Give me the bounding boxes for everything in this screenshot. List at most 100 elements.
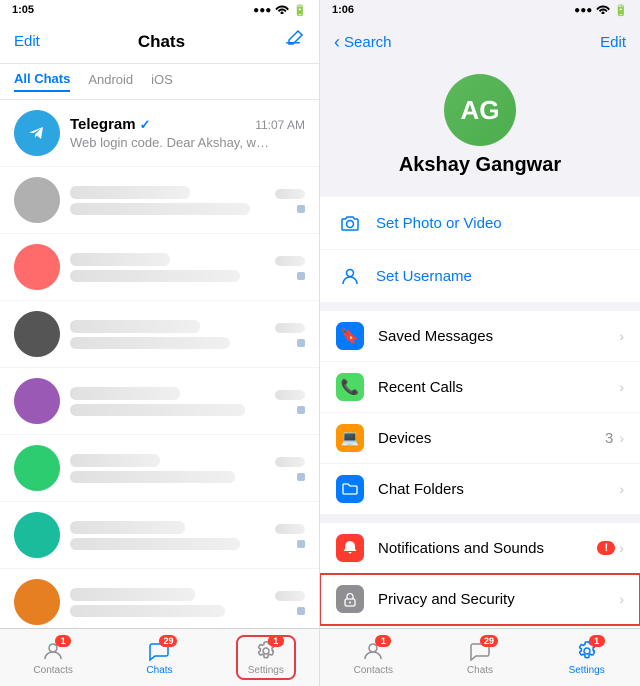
blurred-msg	[70, 538, 240, 550]
chevron-icon: ›	[619, 430, 624, 446]
settings-label: Settings	[569, 665, 605, 676]
bell-icon	[336, 534, 364, 562]
list-item[interactable]	[0, 301, 319, 368]
right-status-icons: ●●● 🔋	[574, 3, 628, 17]
settings-label: Settings	[248, 665, 284, 676]
list-item[interactable]	[0, 368, 319, 435]
contacts-badge: 1	[375, 635, 391, 647]
settings-item-notifications[interactable]: Notifications and Sounds ! ›	[320, 523, 640, 574]
tab-chats[interactable]: 29 Chats	[129, 639, 189, 676]
avatar	[14, 244, 60, 290]
contacts-icon: 1	[41, 639, 65, 663]
notifications-label: Notifications and Sounds	[378, 540, 597, 557]
avatar	[14, 177, 60, 223]
chat-content	[70, 184, 267, 217]
settings-item-privacy[interactable]: Privacy and Security ›	[320, 574, 640, 625]
chat-content	[70, 519, 267, 552]
tick-indicator	[297, 339, 305, 347]
avatar	[14, 445, 60, 491]
user-icon	[336, 262, 364, 290]
list-item[interactable]	[0, 502, 319, 569]
chat-folders-label: Chat Folders	[378, 481, 619, 498]
tab-settings[interactable]: 1 Settings	[236, 635, 296, 680]
notifications-badge: !	[597, 541, 615, 555]
left-time: 1:05	[12, 4, 34, 16]
left-status-icons: ●●● 🔋	[253, 3, 307, 17]
tab-android[interactable]: Android	[88, 72, 133, 91]
chat-name: Telegram ✓	[70, 116, 151, 133]
signal-icon: ●●●	[253, 5, 271, 16]
settings-item-chat-folders[interactable]: Chat Folders ›	[320, 464, 640, 515]
chat-content	[70, 385, 267, 418]
blurred-name	[70, 588, 195, 601]
blurred-name	[70, 320, 200, 333]
contacts-icon: 1	[361, 639, 385, 663]
settings-item-data-storage[interactable]: Data and Storage ›	[320, 625, 640, 628]
avatar: AG	[444, 74, 516, 146]
divider	[320, 303, 640, 311]
compose-button[interactable]	[283, 28, 305, 56]
set-photo-button[interactable]: Set Photo or Video	[320, 197, 640, 250]
devices-value: 3	[605, 430, 613, 447]
bookmark-icon: 🔖	[336, 322, 364, 350]
blurred-msg	[70, 270, 240, 282]
chat-message: Web login code. Dear Akshay, we received…	[70, 135, 270, 150]
right-panel: 1:06 ●●● 🔋 ‹ Search Edit AG Akshay Gangw…	[320, 0, 640, 686]
chat-right	[275, 321, 305, 347]
chats-badge: 29	[480, 635, 498, 647]
set-username-button[interactable]: Set Username	[320, 250, 640, 303]
tick-indicator	[297, 540, 305, 548]
chevron-icon: ›	[619, 591, 624, 607]
chat-content	[70, 318, 267, 351]
tab-ios[interactable]: iOS	[151, 72, 173, 91]
list-item[interactable]: Telegram ✓ 11:07 AM Web login code. Dear…	[0, 100, 319, 167]
page-title: Chats	[138, 32, 185, 52]
blurred-time	[275, 390, 305, 400]
tab-contacts[interactable]: 1 Contacts	[23, 639, 83, 676]
camera-icon	[336, 209, 364, 237]
blurred-time	[275, 323, 305, 333]
list-item[interactable]	[0, 435, 319, 502]
signal-icon: ●●●	[574, 5, 592, 16]
back-button[interactable]: ‹ Search	[334, 32, 392, 53]
right-tab-settings[interactable]: 1 Settings	[557, 639, 617, 676]
settings-item-devices[interactable]: 💻 Devices 3 ›	[320, 413, 640, 464]
left-panel: 1:05 ●●● 🔋 Edit Chats All Chats Android …	[0, 0, 320, 686]
right-bottom-tab-bar: 1 Contacts 29 Chats 1 Settings	[320, 628, 640, 686]
blurred-msg	[70, 471, 235, 483]
tick-indicator	[297, 205, 305, 213]
set-username-label: Set Username	[376, 268, 472, 285]
right-tab-contacts[interactable]: 1 Contacts	[343, 639, 403, 676]
chat-right	[275, 522, 305, 548]
list-item[interactable]	[0, 569, 319, 628]
profile-name: Akshay Gangwar	[399, 154, 561, 177]
blurred-time	[275, 457, 305, 467]
settings-item-recent-calls[interactable]: 📞 Recent Calls ›	[320, 362, 640, 413]
edit-button[interactable]: Edit	[14, 33, 40, 50]
blurred-msg	[70, 337, 230, 349]
chat-right	[275, 254, 305, 280]
avatar	[14, 579, 60, 625]
left-nav-bar: Edit Chats	[0, 20, 319, 64]
right-tab-chats[interactable]: 29 Chats	[450, 639, 510, 676]
settings-badge: 1	[268, 635, 284, 647]
blurred-name	[70, 253, 170, 266]
settings-item-saved-messages[interactable]: 🔖 Saved Messages ›	[320, 311, 640, 362]
list-item[interactable]	[0, 234, 319, 301]
tab-all-chats[interactable]: All Chats	[14, 71, 70, 92]
chat-list: Telegram ✓ 11:07 AM Web login code. Dear…	[0, 100, 319, 628]
blurred-time	[275, 189, 305, 199]
right-time: 1:06	[332, 4, 354, 16]
chats-icon: 29	[147, 639, 171, 663]
list-item[interactable]	[0, 167, 319, 234]
chats-label: Chats	[467, 665, 493, 676]
right-edit-button[interactable]: Edit	[600, 34, 626, 51]
verified-icon: ✓	[140, 117, 151, 133]
chevron-icon: ›	[619, 379, 624, 395]
blurred-name	[70, 521, 185, 534]
devices-label: Devices	[378, 430, 605, 447]
blurred-name	[70, 186, 190, 199]
blurred-name	[70, 454, 160, 467]
settings-icon: 1	[575, 639, 599, 663]
chat-right	[275, 455, 305, 481]
